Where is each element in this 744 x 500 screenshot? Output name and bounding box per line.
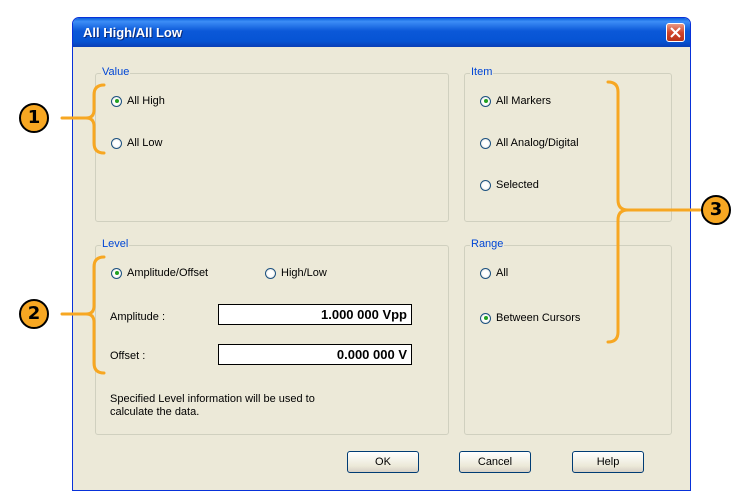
callout-2: 2 — [19, 299, 49, 329]
callout-3: 3 — [701, 195, 731, 225]
level-info-text: Specified Level information will be used… — [110, 393, 315, 419]
radio-unselected-icon — [480, 267, 491, 279]
close-button[interactable] — [666, 23, 685, 42]
callout-1: 1 — [19, 103, 49, 133]
radio-between-cursors[interactable]: Between Cursors — [480, 312, 580, 324]
close-icon — [670, 27, 681, 38]
radio-amplitude-offset[interactable]: Amplitude/Offset — [111, 267, 208, 279]
title-bar[interactable]: All High/All Low — [73, 18, 690, 47]
radio-label: High/Low — [281, 267, 327, 279]
item-legend: Item — [470, 66, 494, 78]
radio-label: All Markers — [496, 95, 552, 107]
radio-unselected-icon — [265, 267, 276, 279]
radio-label: Selected — [496, 179, 539, 191]
radio-all-high[interactable]: All High — [111, 95, 165, 107]
cancel-button[interactable]: Cancel — [459, 451, 531, 473]
radio-selected-icon — [111, 95, 122, 107]
radio-selected-icon — [480, 95, 491, 107]
radio-selected-icon — [480, 312, 491, 324]
info-line: calculate the data. — [110, 406, 200, 418]
radio-label: All Low — [127, 137, 163, 149]
radio-high-low[interactable]: High/Low — [265, 267, 327, 279]
amplitude-label: Amplitude : — [110, 311, 166, 323]
radio-label: All High — [127, 95, 165, 107]
radio-selected[interactable]: Selected — [480, 179, 539, 191]
radio-unselected-icon — [111, 137, 122, 149]
radio-label: Amplitude/Offset — [127, 267, 209, 279]
info-line: Specified Level information will be used… — [110, 393, 315, 405]
radio-unselected-icon — [480, 137, 491, 149]
offset-field[interactable]: 0.000 000 V — [218, 344, 412, 365]
dialog-title: All High/All Low — [83, 25, 182, 40]
radio-all-low[interactable]: All Low — [111, 137, 162, 149]
radio-label: All — [496, 267, 509, 279]
amplitude-field[interactable]: 1.000 000 Vpp — [218, 304, 412, 325]
help-button[interactable]: Help — [572, 451, 644, 473]
radio-unselected-icon — [480, 179, 491, 191]
value-legend: Value — [101, 66, 131, 78]
radio-label: All Analog/Digital — [496, 137, 579, 149]
offset-label: Offset : — [110, 350, 146, 362]
range-legend: Range — [470, 238, 505, 250]
radio-all-markers[interactable]: All Markers — [480, 95, 551, 107]
radio-selected-icon — [111, 267, 122, 279]
level-legend: Level — [101, 238, 130, 250]
radio-all-analog-digital[interactable]: All Analog/Digital — [480, 137, 579, 149]
radio-range-all[interactable]: All — [480, 267, 508, 279]
dialog-window: All High/All Low Value All High All Low … — [72, 17, 691, 491]
radio-label: Between Cursors — [496, 312, 581, 324]
ok-button[interactable]: OK — [347, 451, 419, 473]
